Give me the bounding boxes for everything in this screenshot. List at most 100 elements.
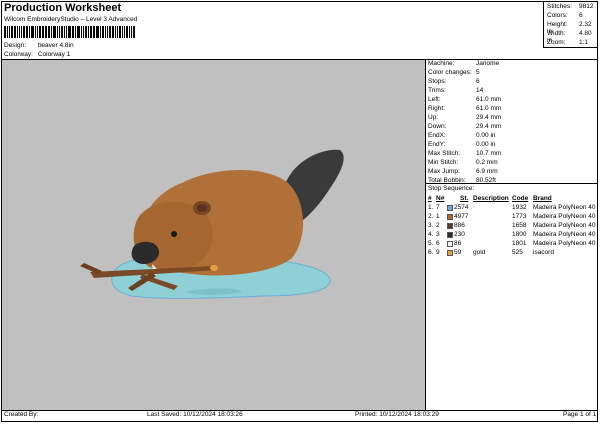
barcode-bar [118, 26, 122, 38]
barcode-bar [126, 26, 129, 38]
seq-header-brand: Brand [533, 195, 552, 202]
barcode-bar [77, 26, 80, 38]
info-stops: Stops: 6 [428, 78, 480, 85]
barcode-bar [45, 26, 48, 38]
info-machine: Machine: Janome [428, 60, 500, 67]
seq-row-color-swatch [447, 232, 453, 238]
barcode-bar [56, 26, 58, 38]
info-endy: EndY: 0.00 in [428, 141, 496, 148]
seq-row-code-id: 886 [454, 222, 465, 229]
barcode-bar [10, 26, 13, 38]
seq-row-stitches: 1801 [512, 240, 527, 247]
barcode-bar [60, 26, 63, 38]
info-trims: Trims: 14 [428, 87, 484, 94]
info-endx: EndX: 0.00 in [428, 132, 496, 139]
barcode-bar [26, 26, 28, 38]
seq-header-n: N# [436, 195, 445, 202]
barcode-bar [43, 26, 45, 38]
info-max-jump: Max Jump: 6.9 mm [428, 168, 498, 175]
barcode-bar [65, 26, 67, 38]
barcode-bar [69, 26, 72, 38]
barcode-bar [48, 26, 51, 38]
barcode-bar [114, 26, 116, 38]
seq-row-num: 1. [428, 204, 434, 211]
seq-row-stitches: 525 [512, 249, 523, 256]
seq-row-brand: Madeira PolyNeon 40 [533, 231, 596, 238]
seq-row-num: 5. [428, 240, 434, 247]
seq-row-stitches: 1932 [512, 204, 527, 211]
barcode-bar [84, 26, 87, 38]
footer-printed: Printed: 10/12/2024 18:03:29 [355, 411, 439, 418]
design-label: Design: [4, 42, 27, 49]
barcode-bar [111, 26, 114, 38]
barcode-bar [132, 26, 135, 38]
seq-row-n: 2 [436, 222, 440, 229]
barcode-bar [29, 26, 30, 38]
seq-header-stitches: St. [460, 195, 469, 202]
barcode-bar [102, 26, 104, 38]
barcode-bar [106, 26, 108, 38]
barcode-bar [82, 26, 84, 38]
barcode-bar [131, 26, 132, 38]
seq-row-code-id: 86 [454, 240, 462, 247]
seq-row-n: 3 [436, 231, 440, 238]
seq-row-n: 9 [436, 249, 440, 256]
seq-row-brand: Madeira PolyNeon 40 [533, 213, 596, 220]
stat-stitches: Stitches: 9812 [547, 3, 594, 10]
barcode-bar [75, 26, 77, 38]
barcode-bar [122, 26, 124, 38]
barcode-bar [19, 26, 21, 38]
barcode-bar [30, 26, 34, 38]
stat-colors: Colors: 6 [547, 12, 583, 19]
seq-row-color-swatch [447, 223, 453, 229]
seq-row-n: 1 [436, 213, 440, 220]
footer-last-saved: Last Saved: 10/12/2024 18:03:26 [147, 411, 243, 418]
seq-row-color-swatch [447, 250, 453, 256]
barcode-bar [17, 26, 19, 38]
design-value: beaver 4.8in [37, 42, 74, 49]
barcode-bar [67, 26, 69, 38]
stop-sequence-title: Stop Sequence: [428, 185, 475, 192]
barcode-bar [94, 26, 96, 38]
seq-row-brand: Madeira PolyNeon 40 [533, 222, 596, 229]
barcode-bar [41, 26, 43, 38]
worksheet-title: Production Worksheet [4, 2, 122, 14]
barcode-bar [96, 26, 100, 38]
footer-page: Page 1 of 1 [563, 411, 597, 418]
seq-row-code-id: 4977 [454, 213, 469, 220]
seq-row-color-swatch [447, 241, 453, 247]
seq-row-n: 6 [436, 240, 440, 247]
barcode-bar [124, 26, 126, 38]
seq-row-num: 4. [428, 231, 434, 238]
barcode-bar [8, 26, 10, 38]
barcode-bar [129, 26, 130, 38]
info-down: Down: 29.4 mm [428, 123, 502, 130]
seq-row-code-id: 230 [454, 231, 465, 238]
barcode-bar [58, 26, 60, 38]
barcode-bar [92, 26, 94, 38]
seq-row-n: 7 [436, 204, 440, 211]
barcode-bar [89, 26, 92, 38]
design-preview [2, 60, 425, 410]
info-min-stitch: Min Stitch: 0.2 mm [428, 159, 498, 166]
barcode-bar [4, 26, 6, 38]
barcode-bar [21, 26, 23, 38]
barcode-bar [63, 26, 65, 38]
barcode-bar [13, 26, 17, 38]
seq-header-code: Code [512, 195, 529, 202]
barcode-bar [38, 26, 41, 38]
footer-divider [1, 410, 598, 411]
colorway-value: Colorway 1 [37, 51, 71, 58]
stats-box: Stitches: 9812 Colors: 6 Height: 2.32 in Wi… [543, 2, 598, 48]
barcode-bar [108, 26, 111, 38]
barcode-bar [105, 26, 106, 38]
seq-row-color-swatch [447, 205, 453, 211]
seq-row-num: 6. [428, 249, 434, 256]
colorway-line: Colorway: Colorway 1 [4, 51, 70, 58]
barcode-bar [116, 26, 118, 38]
seq-row-code-id: 59 [454, 249, 462, 256]
info-left: Left: 61.0 mm [428, 96, 502, 103]
seq-row-stitches: 1658 [512, 222, 527, 229]
seq-row-code-id: 2574 [454, 204, 469, 211]
seq-row-color-swatch [447, 214, 453, 220]
